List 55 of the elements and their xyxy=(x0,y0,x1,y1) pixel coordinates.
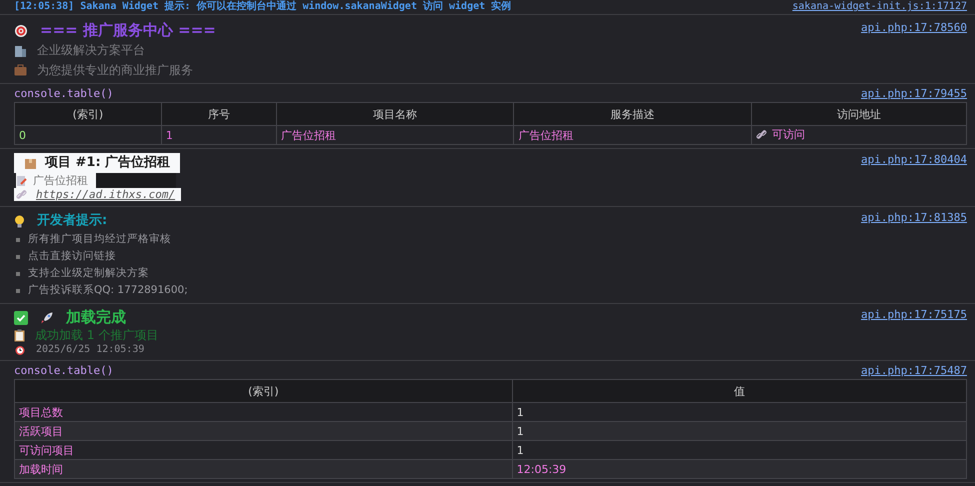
description-text: 广告位招租 xyxy=(33,173,88,188)
target-icon xyxy=(14,24,28,38)
tip-text: 点击直接访问链接 xyxy=(28,249,116,264)
alarm-clock-icon xyxy=(14,344,26,356)
source-link[interactable]: api.php:17:75175 xyxy=(861,308,967,322)
source-link[interactable]: sakana-widget-init.js:1:17127 xyxy=(792,0,967,13)
table-cell: 广告位招租 xyxy=(514,126,752,144)
bullet-icon xyxy=(16,254,20,258)
building-icon xyxy=(14,44,27,56)
table-cell: 1 xyxy=(161,126,276,144)
table-cell: 0 xyxy=(14,126,162,144)
column-header: 服务描述 xyxy=(514,102,752,126)
status-message: 成功加载 1 个推广项目 xyxy=(35,327,158,343)
package-icon xyxy=(24,156,37,170)
log-message: [12:05:38] Sakana Widget 提示: 你可以在控制台中通过 window.sakanaWidget 访问 widget 实例 xyxy=(14,0,512,13)
tips-title: 开发者提示: xyxy=(37,212,108,230)
source-link[interactable]: api.php:17:79455 xyxy=(861,87,967,101)
column-header: 项目名称 xyxy=(276,102,514,126)
briefcase-icon xyxy=(14,64,27,76)
column-header: (索引) xyxy=(14,380,512,402)
bullet-icon xyxy=(16,238,20,242)
column-header: (索引) xyxy=(14,102,162,126)
subtitle-text: 为您提供专业的商业推广服务 xyxy=(37,62,193,79)
tip-text: 支持企业级定制解决方案 xyxy=(28,266,149,281)
table-cell: 广告位招租 xyxy=(276,126,514,144)
tip-text: 所有推广项目均经过严格审核 xyxy=(28,232,171,247)
source-link[interactable]: api.php:17:80404 xyxy=(861,153,967,167)
subtitle-text: 企业级解决方案平台 xyxy=(37,42,145,59)
checkmark-icon xyxy=(14,310,28,324)
link-icon xyxy=(756,129,767,140)
tip-text: 广告投诉联系QQ: 1772891600; xyxy=(28,283,188,298)
bullet-icon xyxy=(16,288,20,292)
source-link[interactable]: api.php:17:78560 xyxy=(861,21,967,35)
source-link[interactable]: api.php:17:75487 xyxy=(861,364,967,378)
table-cell: 1 xyxy=(512,422,966,440)
status-title: 加载完成 xyxy=(66,308,126,327)
table-cell: 加载时间 xyxy=(14,460,512,478)
bullet-icon xyxy=(16,272,20,276)
banner-title: === 推广服务中心 === xyxy=(40,21,216,40)
table-label: console.table() xyxy=(14,87,114,101)
source-link[interactable]: api.php:17:81385 xyxy=(861,211,967,225)
timestamp: 2025/6/25 12:05:39 xyxy=(36,343,144,357)
column-header: 值 xyxy=(512,380,966,402)
clipboard-icon xyxy=(14,328,25,342)
link-text[interactable]: 可访问 xyxy=(772,127,805,142)
column-header: 序号 xyxy=(161,102,276,126)
rocket-icon xyxy=(40,310,54,324)
table-cell: 活跃项目 xyxy=(14,422,512,440)
card-title: 项目 #1: 广告位招租 xyxy=(14,153,180,173)
lightbulb-icon xyxy=(14,214,25,228)
table-cell: 12:05:39 xyxy=(512,460,966,478)
memo-icon xyxy=(16,174,27,186)
table-label: console.table() xyxy=(14,364,114,378)
link-icon xyxy=(16,189,27,200)
column-header: 访问地址 xyxy=(751,102,966,126)
